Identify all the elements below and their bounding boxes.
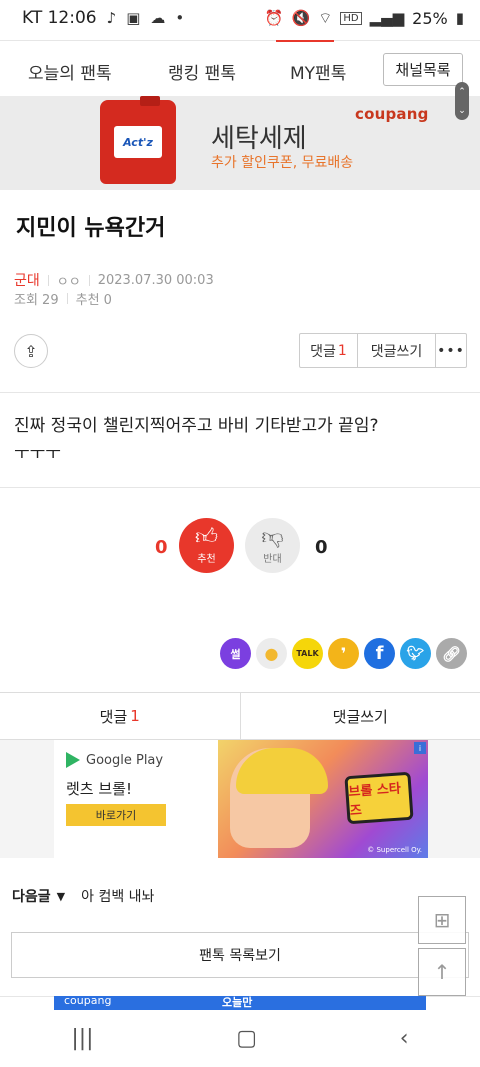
- status-bar: KT 12:06 ♪ ▣ ☁ • ⏰ 🔇 ⌔ HD ▂▄▆ 25% ▮: [0, 0, 480, 36]
- tab-ranking-fantalk[interactable]: 랭킹 팬톡: [168, 59, 236, 84]
- author-badge: ㅇㅇ: [56, 274, 81, 290]
- wifi-icon: ⌔: [318, 8, 333, 27]
- link-icon[interactable]: 🔗︎: [436, 638, 467, 669]
- downvote-button[interactable]: 👎︎ 반대: [245, 518, 300, 573]
- detergent-product-image: Act'z: [100, 96, 176, 184]
- ad-game-title: 렛츠 브롤!: [66, 780, 132, 798]
- game-logo: 브롤 스타즈: [344, 771, 414, 825]
- next-post-label: 다음글: [12, 889, 51, 905]
- comment-count: 1: [337, 342, 347, 359]
- product-label: Act'z: [114, 126, 162, 158]
- tab-my-fantalk[interactable]: MY팬톡: [290, 59, 346, 84]
- upvote-button[interactable]: 👍︎ 추천: [179, 518, 234, 573]
- more-options-button[interactable]: •••: [436, 334, 466, 367]
- gallery-icon: ▣: [126, 9, 141, 27]
- share-icon: ⇪: [24, 341, 38, 361]
- recent-apps-icon[interactable]: |||: [71, 1026, 93, 1051]
- recommend-count: 추천 0: [75, 293, 112, 308]
- coupang-logo: coupang: [64, 996, 112, 1007]
- system-nav-bar: ||| ▢ ‹: [0, 1010, 480, 1067]
- view-count: 조회 29: [14, 293, 59, 308]
- google-play-label: Google Play: [86, 752, 164, 768]
- ad-copyright: © Supercell Oy.: [367, 846, 422, 854]
- social-share-bar: 썰 ● TALK ❜ f 🐦︎ 🔗︎: [220, 638, 467, 669]
- chevron-down-icon: ▼: [56, 889, 66, 903]
- share-button[interactable]: ⇪: [14, 334, 48, 368]
- downvote-count: 0: [315, 537, 328, 558]
- alarm-icon: ⏰: [264, 9, 284, 27]
- top-nav: 오늘의 팬톡 랭킹 팬톡 MY팬톡 채널목록: [0, 40, 480, 96]
- ad-banner-game: Google Play 렛츠 브롤! 바로가기 브롤 스타즈 © Superce…: [0, 740, 480, 858]
- character-illustration: [230, 748, 328, 848]
- ad-game-content[interactable]: Google Play 렛츠 브롤! 바로가기 브롤 스타즈 © Superce…: [54, 740, 428, 858]
- write-comment-tab[interactable]: 댓글쓰기: [241, 693, 480, 739]
- tab-today-fantalk[interactable]: 오늘의 팬톡: [28, 59, 112, 84]
- downvote-label: 반대: [263, 554, 282, 565]
- comments-tab[interactable]: 댓글 1: [0, 693, 241, 739]
- kakaostory-icon[interactable]: ❜: [328, 638, 359, 669]
- next-post-title: 아 컴백 내놔: [81, 889, 155, 905]
- chat-bubble-icon[interactable]: ●: [256, 638, 287, 669]
- arrow-up-icon: ↑: [433, 960, 451, 984]
- ad-info-icon[interactable]: i: [414, 742, 426, 754]
- fantalk-list-button[interactable]: 팬톡 목록보기: [11, 932, 469, 978]
- post-datetime: 2023.07.30 00:03: [97, 272, 214, 288]
- comments-tab-label: 댓글: [99, 707, 128, 726]
- ad-title: 세탁세제: [211, 124, 307, 154]
- chevron-down-icon: ⌄: [458, 105, 466, 116]
- write-comment-button[interactable]: 댓글쓰기: [358, 334, 436, 367]
- ad-text: 오늘만: [222, 996, 253, 1009]
- battery-icon: ▮: [455, 9, 464, 27]
- comment-label: 댓글: [310, 343, 336, 360]
- back-icon[interactable]: ‹: [400, 1026, 409, 1051]
- ad-banner-detergent[interactable]: Act'z 세탁세제 추가 할인쿠폰, 무료배송 coupang: [0, 96, 480, 190]
- facebook-icon[interactable]: f: [364, 638, 395, 669]
- ad-cta-button[interactable]: 바로가기: [66, 804, 166, 826]
- comment-button[interactable]: 댓글 1: [300, 334, 358, 367]
- post-action-group: 댓글 1 댓글쓰기 •••: [299, 333, 467, 368]
- divider: [0, 487, 480, 488]
- chevron-up-icon: ⌃: [458, 86, 466, 97]
- nav-active-indicator: [276, 40, 334, 42]
- cloud-icon: ☁: [150, 9, 166, 27]
- post-body-line: 진짜 정국이 챌린지찍어주고 바비 기타받고가 끝임?: [14, 416, 379, 436]
- hd-icon: HD: [340, 11, 362, 25]
- upvote-label: 추천: [197, 554, 216, 565]
- scroll-top-button[interactable]: ↑: [418, 948, 466, 996]
- google-play-icon: [66, 752, 80, 768]
- ad-banner-coupang[interactable]: coupang 오늘만: [54, 996, 426, 1010]
- coupang-logo: coupang: [355, 105, 429, 123]
- ad-subtitle: 추가 할인쿠폰, 무료배송: [211, 155, 354, 171]
- carrier-time: KT 12:06: [22, 8, 97, 28]
- divider: [0, 392, 480, 393]
- signal-icon: ▂▄▆: [369, 9, 405, 27]
- next-post[interactable]: 다음글 ▼ 아 컴백 내놔: [12, 886, 154, 906]
- bookmark-add-icon: ⊞: [433, 908, 451, 932]
- thumbs-down-icon: 👎︎: [261, 525, 284, 550]
- post-body-line: ㅜㅜㅜ: [14, 444, 61, 464]
- ssul-icon[interactable]: 썰: [220, 638, 251, 669]
- twitter-icon[interactable]: 🐦︎: [400, 638, 431, 669]
- google-play-badge: Google Play: [66, 752, 163, 768]
- music-note-icon: ♪: [106, 9, 117, 27]
- post-meta: 군대 ㅇㅇ 2023.07.30 00:03: [14, 270, 214, 290]
- channel-list-button[interactable]: 채널목록: [383, 53, 463, 86]
- post-title: 지민이 뉴욕간거: [16, 216, 166, 241]
- post-body: 진짜 정국이 챌린지찍어주고 바비 기타받고가 끝임? ㅜㅜㅜ: [14, 412, 466, 468]
- ad-game-artwork: 브롤 스타즈 © Supercell Oy. i: [218, 740, 428, 858]
- bookmark-button[interactable]: ⊞: [418, 896, 466, 944]
- dot-icon: •: [175, 9, 185, 27]
- comment-tabs: 댓글 1 댓글쓰기: [0, 692, 480, 740]
- home-icon[interactable]: ▢: [236, 1026, 257, 1051]
- mute-icon: 🔇: [291, 9, 311, 27]
- battery-level: 25%: [412, 8, 448, 28]
- thumbs-up-icon: 👍︎: [195, 525, 218, 550]
- kakaotalk-icon[interactable]: TALK: [292, 638, 323, 669]
- comments-tab-count: 1: [130, 707, 140, 725]
- post-author[interactable]: 군대: [14, 270, 40, 290]
- post-stats: 조회 29 추천 0: [14, 289, 112, 308]
- upvote-count: 0: [155, 537, 168, 558]
- scroll-control[interactable]: ⌃ ⌄: [455, 82, 469, 120]
